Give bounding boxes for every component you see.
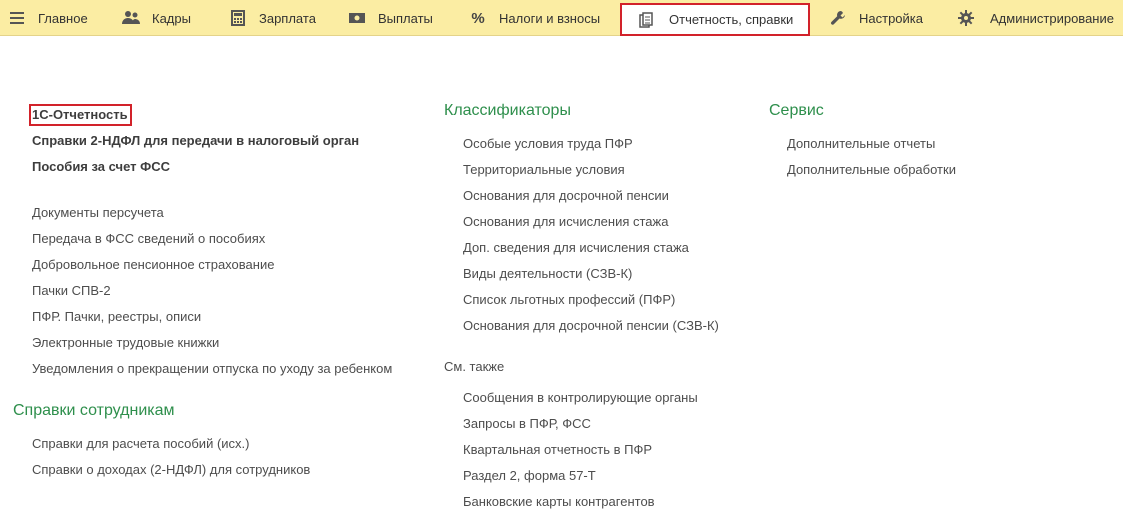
gear-icon <box>957 9 975 27</box>
nav-label: Кадры <box>152 10 191 26</box>
link-classifier[interactable]: Территориальные условия <box>463 162 625 178</box>
link-benefit-certificates[interactable]: Справки для расчета пособий (исх.) <box>32 436 249 452</box>
link-classifier[interactable]: Виды деятельности (СЗВ-К) <box>463 266 632 282</box>
nav-item-payments[interactable]: Выплаты <box>348 0 433 36</box>
link-personal-accounting[interactable]: Документы персучета <box>32 205 164 221</box>
link-2ndfl-tax[interactable]: Справки 2-НДФЛ для передачи в налоговый … <box>32 133 359 149</box>
nav-label: Отчетность, справки <box>669 12 794 27</box>
link-spv2[interactable]: Пачки СПВ-2 <box>32 283 111 299</box>
nav-item-main[interactable]: Главное <box>8 0 88 36</box>
documents-icon <box>639 11 653 28</box>
link-classifier[interactable]: Основания для исчисления стажа <box>463 214 668 230</box>
link-electronic-workbooks[interactable]: Электронные трудовые книжки <box>32 335 219 351</box>
money-icon <box>348 9 366 27</box>
section-title-service: Сервис <box>769 102 824 119</box>
nav-item-taxes[interactable]: % Налоги и взносы <box>469 0 600 36</box>
link-classifier[interactable]: Доп. сведения для исчисления стажа <box>463 240 689 256</box>
link-pfr-packs[interactable]: ПФР. Пачки, реестры, описи <box>32 309 201 325</box>
link-classifier[interactable]: Основания для досрочной пенсии (СЗВ-К) <box>463 318 719 334</box>
people-icon <box>122 9 140 27</box>
link-classifier[interactable]: Основания для досрочной пенсии <box>463 188 669 204</box>
link-fss-benefits[interactable]: Пособия за счет ФСС <box>32 159 170 175</box>
link-see-also[interactable]: Раздел 2, форма 57-Т <box>463 468 596 484</box>
nav-label: Зарплата <box>259 10 316 26</box>
nav-item-salary[interactable]: Зарплата <box>229 0 316 36</box>
link-see-also[interactable]: Сообщения в контролирующие органы <box>463 390 698 406</box>
nav-label: Главное <box>38 10 88 26</box>
calculator-icon <box>229 9 247 27</box>
wrench-icon <box>829 9 847 27</box>
link-classifier[interactable]: Список льготных профессий (ПФР) <box>463 292 675 308</box>
link-income-certificates[interactable]: Справки о доходах (2-НДФЛ) для сотрудник… <box>32 462 310 478</box>
nav-item-admin[interactable]: Администрирование <box>957 0 1114 36</box>
link-see-also[interactable]: Банковские карты контрагентов <box>463 494 655 510</box>
nav-item-staff[interactable]: Кадры <box>122 0 191 36</box>
percent-icon: % <box>471 9 485 27</box>
top-nav-bar: Главное Кадры Зарплата Выплаты % Налоги … <box>0 0 1123 36</box>
nav-label: Настройка <box>859 10 923 26</box>
section-title-classifiers: Классификаторы <box>444 102 571 119</box>
link-see-also[interactable]: Квартальная отчетность в ПФР <box>463 442 652 458</box>
nav-label: Выплаты <box>378 10 433 26</box>
link-leave-notices[interactable]: Уведомления о прекращении отпуска по ухо… <box>32 361 392 377</box>
section-title-employees: Справки сотрудникам <box>13 402 175 419</box>
hamburger-icon <box>8 9 26 27</box>
link-fss-transfer[interactable]: Передача в ФСС сведений о пособиях <box>32 231 265 247</box>
link-classifier[interactable]: Особые условия труда ПФР <box>463 136 633 152</box>
section-title-see-also: См. также <box>444 359 505 374</box>
nav-label: Администрирование <box>990 10 1114 26</box>
link-voluntary-pension[interactable]: Добровольное пенсионное страхование <box>32 257 274 273</box>
link-additional-reports[interactable]: Дополнительные отчеты <box>787 136 935 152</box>
link-see-also[interactable]: Запросы в ПФР, ФСС <box>463 416 591 432</box>
nav-item-settings[interactable]: Настройка <box>829 0 923 36</box>
nav-item-reports[interactable]: Отчетность, справки <box>620 3 810 36</box>
nav-label: Налоги и взносы <box>499 10 601 26</box>
link-1c-reporting[interactable]: 1С-Отчетность <box>32 107 128 123</box>
link-additional-processing[interactable]: Дополнительные обработки <box>787 162 956 178</box>
